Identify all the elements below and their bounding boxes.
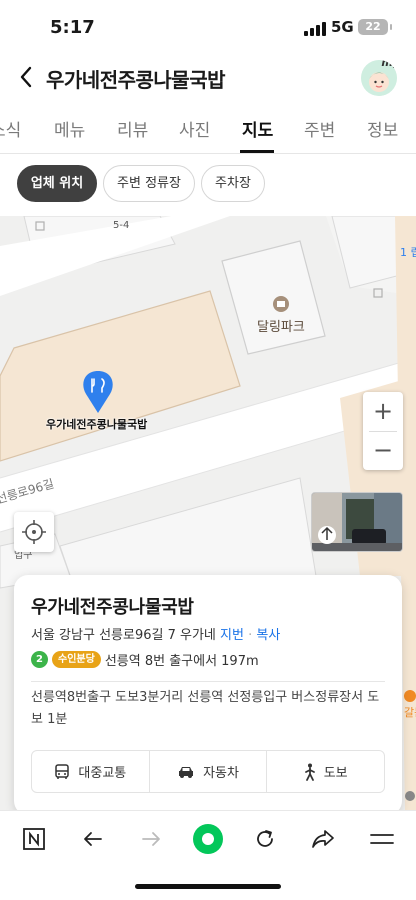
tab-map[interactable]: 지도 bbox=[242, 116, 273, 141]
chevron-left-icon bbox=[20, 66, 32, 88]
route-actions: 대중교통 자동차 도보 bbox=[31, 750, 385, 793]
battery-icon: 22 bbox=[358, 19, 392, 35]
route-walk-label: 도보 bbox=[323, 766, 348, 781]
chip-business-location[interactable]: 업체 위치 bbox=[17, 165, 97, 202]
tab-photos[interactable]: 사진 bbox=[179, 116, 210, 141]
route-car-label: 자동차 bbox=[203, 766, 239, 781]
arrow-right-icon bbox=[142, 832, 160, 846]
map-filter-chips: 업체 위치 주변 정류장 주차장 bbox=[0, 154, 416, 216]
map-edge-label-right-bottom: 갈돈 bbox=[404, 706, 416, 719]
tab-info[interactable]: 정보 bbox=[367, 116, 398, 141]
tab-menu[interactable]: 메뉴 bbox=[54, 116, 85, 141]
status-bar: 5:17 5G 22 bbox=[0, 0, 416, 56]
card-divider bbox=[31, 681, 385, 682]
poi-park-icon bbox=[273, 296, 289, 312]
place-info-card[interactable]: 우가네전주콩나물국밥 서울 강남구 선릉로96길 7 우가네 지번 · 복사 2… bbox=[14, 575, 402, 815]
zoom-control: + − bbox=[363, 392, 403, 470]
menu-button[interactable] bbox=[366, 823, 398, 855]
back-nav-button[interactable] bbox=[77, 823, 109, 855]
naver-n-icon bbox=[23, 828, 45, 850]
walking-person-icon bbox=[304, 763, 315, 781]
active-tab-indicator bbox=[240, 150, 274, 153]
street-view-thumbnail[interactable] bbox=[311, 492, 403, 552]
naver-home-button[interactable] bbox=[18, 823, 50, 855]
chip-nearby-bus-stops[interactable]: 주변 정류장 bbox=[103, 165, 195, 202]
route-transit-button[interactable]: 대중교통 bbox=[32, 751, 150, 792]
station-distance: 선릉역 8번 출구에서 197m bbox=[104, 654, 259, 669]
cellular-signal-icon bbox=[304, 22, 326, 36]
bus-icon bbox=[55, 763, 70, 779]
zoom-out-button[interactable]: − bbox=[363, 431, 403, 470]
refresh-button[interactable] bbox=[249, 823, 281, 855]
refresh-icon bbox=[257, 830, 273, 847]
back-button[interactable] bbox=[12, 62, 42, 92]
lot-number-link[interactable]: 지번 bbox=[220, 628, 244, 643]
map-edge-label-right-top: 1 립 bbox=[400, 246, 416, 259]
tab-bar: 소식 메뉴 리뷰 사진 지도 주변 정보 bbox=[0, 102, 416, 154]
arrow-left-icon bbox=[84, 832, 102, 846]
forward-nav-button[interactable] bbox=[135, 823, 167, 855]
subway-info: 2 수인분당 선릉역 8번 출구에서 197m bbox=[31, 650, 259, 669]
route-transit-label: 대중교통 bbox=[78, 766, 127, 781]
avatar-badge: my bbox=[381, 60, 397, 69]
status-time: 5:17 bbox=[50, 17, 95, 38]
place-name: 우가네전주콩나물국밥 bbox=[31, 597, 194, 618]
title-bar: 우가네전주콩나물국밥 my bbox=[0, 56, 416, 102]
zoom-in-button[interactable]: + bbox=[363, 392, 403, 431]
map-place-pin-label[interactable]: 우가네전주콩나물국밥 bbox=[46, 416, 147, 432]
route-walk-button[interactable]: 도보 bbox=[267, 751, 384, 792]
network-type: 5G bbox=[331, 18, 354, 36]
copy-address-link[interactable]: 복사 bbox=[256, 628, 280, 643]
place-address-row: 서울 강남구 선릉로96길 7 우가네 지번 · 복사 bbox=[31, 624, 280, 643]
green-dot-icon bbox=[193, 824, 223, 854]
car-icon bbox=[179, 766, 194, 778]
tab-news[interactable]: 소식 bbox=[0, 116, 21, 141]
street-view-image bbox=[312, 493, 402, 551]
my-location-button[interactable] bbox=[14, 512, 54, 552]
browser-toolbar bbox=[0, 810, 416, 866]
chip-parking[interactable]: 주차장 bbox=[201, 165, 265, 202]
route-car-button[interactable]: 자동차 bbox=[150, 751, 268, 792]
crosshair-icon bbox=[22, 520, 46, 544]
tab-nearby[interactable]: 주변 bbox=[304, 116, 335, 141]
directions-text: 선릉역8번출구 도보3분거리 선릉역 선정릉입구 버스정류장서 도보 1분 bbox=[31, 690, 380, 727]
map-poi-label[interactable]: 달링파크 bbox=[257, 316, 305, 335]
map-building-number: 5-4 bbox=[113, 220, 130, 231]
address-separator: · bbox=[248, 628, 253, 643]
hamburger-menu-icon bbox=[370, 834, 394, 844]
page-title: 우가네전주콩나물국밥 bbox=[46, 68, 226, 92]
share-icon bbox=[312, 830, 334, 848]
naver-green-dot-button[interactable] bbox=[192, 823, 224, 855]
share-button[interactable] bbox=[307, 823, 339, 855]
subway-line-name-badge: 수인분당 bbox=[52, 651, 101, 668]
avatar[interactable]: my bbox=[361, 60, 397, 96]
home-indicator bbox=[135, 884, 281, 889]
tab-reviews[interactable]: 리뷰 bbox=[117, 116, 148, 141]
subway-line-badge: 2 bbox=[31, 651, 48, 668]
place-address: 서울 강남구 선릉로96길 7 우가네 bbox=[31, 628, 216, 643]
